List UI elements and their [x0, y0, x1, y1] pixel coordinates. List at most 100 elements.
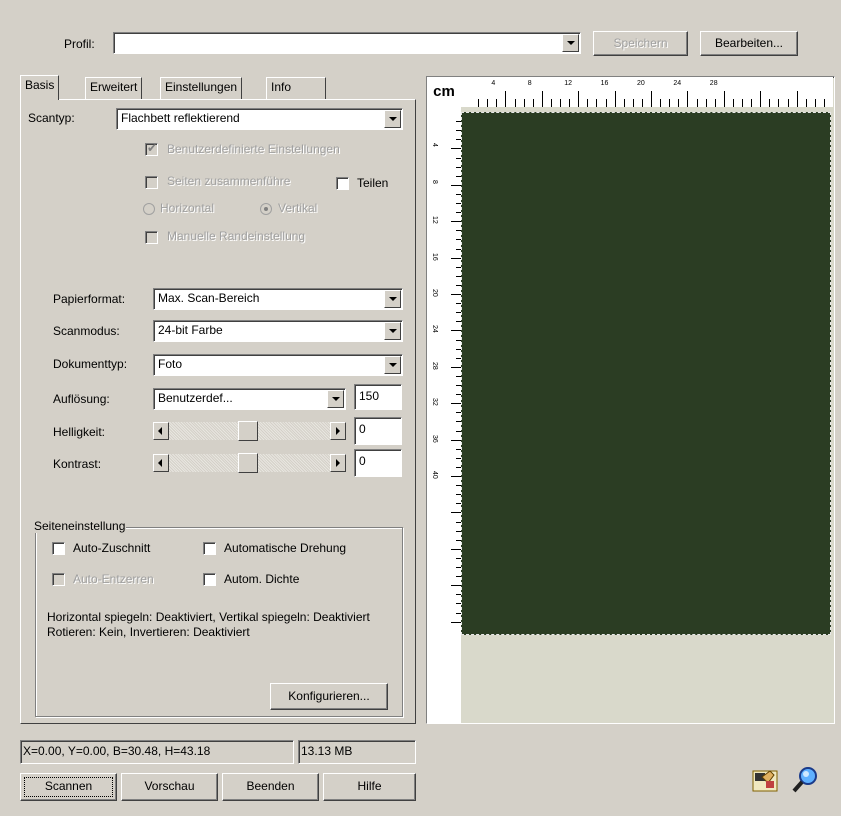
scanner-hand-icon[interactable] [750, 765, 780, 795]
arrow-left-icon[interactable] [153, 422, 169, 440]
ruler-tick [514, 99, 516, 107]
ruler-top-label: 12 [564, 80, 572, 87]
tab-erweitert[interactable]: Erweitert [85, 77, 143, 99]
quit-button[interactable]: Beenden [222, 773, 319, 801]
scan-mode-combo[interactable]: 24-bit Farbe [153, 320, 403, 342]
ruler-tick [505, 91, 507, 107]
ruler-tick [678, 99, 680, 107]
chevron-down-icon[interactable] [327, 390, 344, 408]
brightness-label: Helligkeit: [53, 425, 106, 439]
ruler-tick [669, 99, 671, 107]
brightness-slider[interactable] [153, 421, 346, 441]
chevron-down-icon[interactable] [384, 322, 401, 340]
ruler-tick [451, 585, 461, 587]
resolution-combo[interactable]: Benutzerdef... [153, 388, 346, 410]
ruler-tick [451, 330, 461, 332]
resolution-input[interactable]: 150 [354, 384, 402, 410]
coords-value: X=0.00, Y=0.00, B=30.48, H=43.18 [23, 744, 211, 758]
ruler-tick [451, 221, 461, 223]
ruler-tick [451, 366, 461, 368]
contrast-input[interactable]: 0 [354, 449, 402, 477]
ruler-left-label: 20 [431, 289, 438, 297]
brightness-thumb[interactable] [238, 421, 258, 441]
ruler-tick [805, 99, 807, 107]
edit-button[interactable]: Bearbeiten... [700, 31, 798, 56]
auto-density-checkbox[interactable] [203, 573, 216, 586]
merge-pages-checkbox[interactable] [145, 176, 158, 189]
ruler-left: 4 8 12 16 20 24 28 32 36 40 [427, 107, 461, 723]
ruler-tick [451, 512, 461, 514]
ruler-tick [660, 99, 662, 107]
split-label: Teilen [357, 176, 389, 190]
vertical-radio[interactable] [260, 203, 272, 215]
ruler-tick [451, 476, 461, 477]
ruler-tick [769, 99, 771, 107]
brightness-input[interactable]: 0 [354, 417, 402, 445]
auto-deskew-label: Auto-Entzerren [73, 572, 154, 586]
size-value: 13.13 MB [301, 744, 353, 758]
ruler-tick [596, 99, 598, 107]
arrow-right-icon[interactable] [330, 454, 346, 472]
chevron-down-icon[interactable] [562, 34, 579, 52]
tab-basis[interactable]: Basis [20, 75, 60, 100]
rotate-info: Rotieren: Kein, Invertieren: Deaktiviert [47, 625, 250, 639]
ruler-tick [705, 99, 707, 107]
horizontal-radio[interactable] [143, 203, 155, 215]
ruler-tick [451, 621, 461, 623]
arrow-left-icon[interactable] [153, 454, 169, 472]
ruler-tick [451, 439, 461, 441]
ruler-tick [641, 99, 643, 107]
paper-format-combo[interactable]: Max. Scan-Bereich [153, 288, 403, 310]
ruler-unit-label: cm [427, 77, 461, 107]
magnifier-icon[interactable] [790, 765, 820, 795]
ruler-tick [541, 91, 543, 107]
auto-rotate-checkbox[interactable] [203, 542, 216, 555]
ruler-tick [687, 91, 689, 107]
arrow-right-icon[interactable] [330, 422, 346, 440]
preview-image[interactable] [461, 112, 831, 635]
tab-einstellungen[interactable]: Einstellungen [160, 77, 243, 99]
scan-type-label: Scantyp: [28, 111, 75, 125]
auto-crop-label: Auto-Zuschnitt [73, 541, 151, 555]
manual-margin-checkbox[interactable] [145, 231, 158, 244]
ruler-tick [550, 99, 552, 107]
ruler-tick [632, 99, 634, 107]
help-button[interactable]: Hilfe [323, 773, 416, 801]
ruler-tick [723, 91, 725, 107]
profile-combo[interactable] [113, 32, 581, 54]
scan-type-combo[interactable]: Flachbett reflektierend [116, 108, 403, 130]
auto-crop-checkbox[interactable] [52, 542, 65, 555]
save-button[interactable]: Speichern [593, 31, 688, 56]
profile-label: Profil: [64, 37, 95, 51]
ruler-tick [478, 99, 480, 107]
ruler-tick [451, 184, 461, 186]
chevron-down-icon[interactable] [384, 290, 401, 308]
scan-button[interactable]: Scannen [20, 773, 117, 801]
chevron-down-icon[interactable] [384, 110, 401, 128]
ruler-tick [451, 257, 461, 259]
custom-settings-checkbox[interactable]: ✔ [145, 141, 158, 156]
contrast-slider[interactable] [153, 453, 346, 473]
ruler-tick [451, 403, 461, 405]
contrast-label: Kontrast: [53, 457, 102, 471]
chevron-down-icon[interactable] [384, 356, 401, 374]
resolution-value: Benutzerdef... [158, 391, 233, 405]
scan-type-value: Flachbett reflektierend [121, 111, 240, 125]
ruler-left-label: 28 [431, 361, 438, 370]
auto-rotate-label: Automatische Drehung [224, 541, 347, 555]
split-checkbox[interactable] [336, 177, 349, 190]
ruler-left-label: 8 [431, 179, 438, 184]
contrast-thumb[interactable] [238, 453, 258, 473]
ruler-top-label: 8 [527, 80, 532, 87]
scan-mode-label: Scanmodus: [53, 324, 120, 338]
ruler-tick [487, 99, 489, 107]
preview-button[interactable]: Vorschau [121, 773, 218, 801]
auto-deskew-checkbox[interactable] [52, 573, 65, 586]
tab-info-label: Info [271, 80, 292, 94]
tab-info[interactable]: Info [266, 77, 326, 99]
doc-type-combo[interactable]: Foto [153, 354, 403, 376]
tab-basis-label: Basis [25, 78, 55, 92]
ruler-tick [823, 99, 825, 107]
configure-button[interactable]: Konfigurieren... [270, 683, 388, 710]
ruler-tick [751, 99, 753, 107]
